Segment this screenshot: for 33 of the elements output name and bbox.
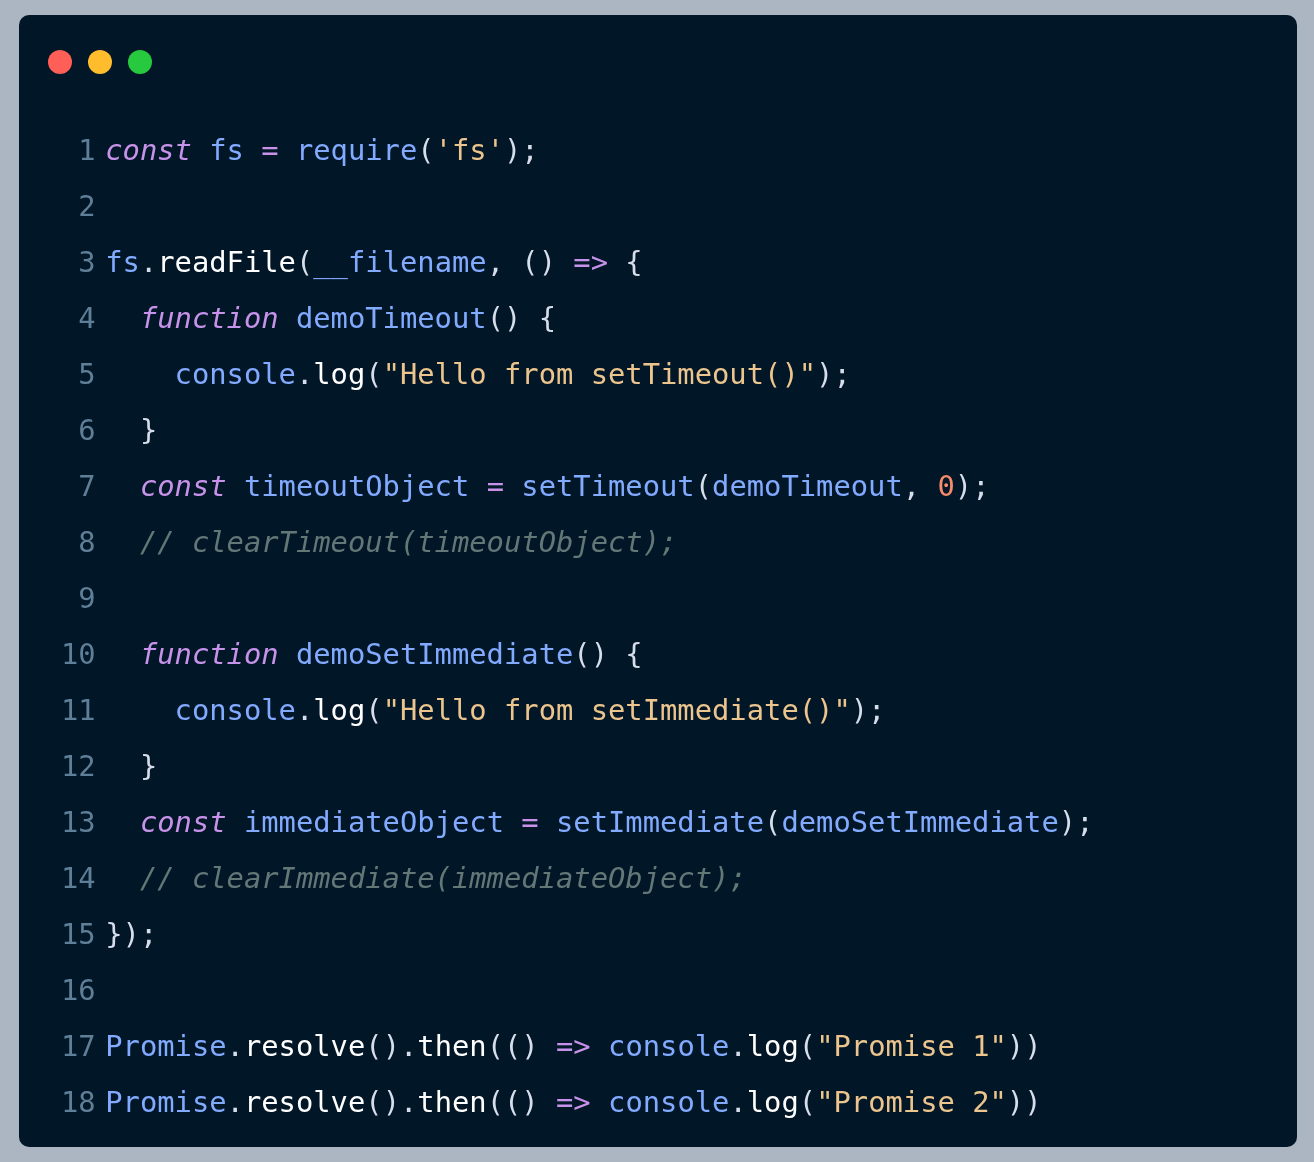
- line-number: 7: [77, 468, 96, 505]
- line-number: 4: [77, 300, 96, 337]
- line-number: 2: [77, 188, 96, 225]
- code-line: Promise.resolve().then(() => console.log("Promise 2")): [105, 1084, 1042, 1121]
- line-number: 13: [61, 804, 96, 841]
- line-number: 9: [77, 580, 96, 617]
- code-line: const immediateObject = setImmediate(demoSetImmediate);: [138, 804, 1094, 841]
- code-line: });: [105, 916, 158, 953]
- line-number: 5: [77, 356, 96, 393]
- code-line: const fs = require('fs');: [105, 132, 539, 169]
- code-line: }: [138, 412, 158, 449]
- code-line: function demoSetImmediate() {: [138, 636, 643, 673]
- code-line: const timeoutObject = setTimeout(demoTimeout, 0);: [138, 468, 990, 505]
- line-number: 12: [61, 748, 96, 785]
- code-line: // clearImmediate(immediateObject);: [138, 860, 747, 897]
- code-line: console.log("Hello from setImmediate()");: [173, 692, 886, 729]
- code-line: }: [138, 748, 158, 785]
- code-line: // clearTimeout(timeoutObject);: [138, 524, 678, 561]
- code-line: fs.readFile(__filename, () => {: [105, 244, 643, 281]
- line-number: 6: [77, 412, 96, 449]
- line-number: 10: [61, 636, 96, 673]
- line-number: 16: [61, 972, 96, 1009]
- line-number: 14: [61, 860, 96, 897]
- code-line: Promise.resolve().then(() => console.log("Promise 1")): [105, 1028, 1042, 1065]
- code-line: console.log("Hello from setTimeout()");: [173, 356, 851, 393]
- line-number: 1: [77, 132, 96, 169]
- line-number: 3: [77, 244, 96, 281]
- line-number: 18: [61, 1084, 96, 1121]
- line-number: 17: [61, 1028, 96, 1065]
- line-number: 15: [61, 916, 96, 953]
- code-line: function demoTimeout() {: [138, 300, 556, 337]
- line-number: 8: [77, 524, 96, 561]
- line-number: 11: [61, 692, 96, 729]
